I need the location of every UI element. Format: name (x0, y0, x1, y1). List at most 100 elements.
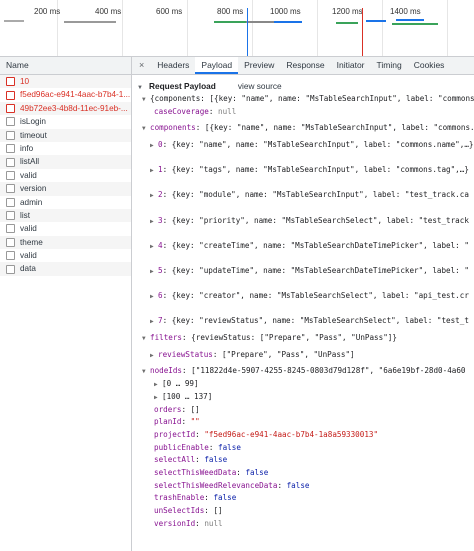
component-item-row[interactable]: ▶ 6: {key: "creator", name: "MsTableSearc… (132, 290, 474, 303)
property-key: planId (154, 417, 182, 427)
request-row[interactable]: version (0, 182, 131, 196)
tab-preview[interactable]: Preview (238, 57, 280, 74)
components-list: ▶ 0: {key: "name", name: "MsTableSearchIn… (132, 139, 474, 328)
property-key: nodeIds (150, 366, 183, 376)
component-item-row[interactable]: ▶ 2: {key: "module", name: "MsTableSearch… (132, 189, 474, 202)
payload-components-row[interactable]: ▼ components: [{key: "name", name: "MsTab… (132, 122, 474, 135)
request-type-icon (6, 197, 15, 207)
expand-triangle-icon[interactable]: ▶ (150, 140, 158, 152)
request-type-icon (6, 144, 15, 154)
payload-property-row[interactable]: unSelectIds: [] (132, 505, 474, 518)
request-row[interactable]: 49b72ee3-4b8d-11ec-91eb-... (0, 101, 131, 116)
request-name: listAll (20, 157, 40, 167)
request-name: valid (20, 251, 37, 261)
array-range: [0 … 99] (162, 379, 199, 389)
request-row[interactable]: theme (0, 235, 131, 250)
expand-triangle-icon[interactable]: ▶ (150, 266, 158, 278)
property-value: false (218, 442, 241, 452)
component-item-row[interactable]: ▶ 3: {key: "priority", name: "MsTableSear… (132, 215, 474, 228)
expand-triangle-icon[interactable]: ▶ (154, 379, 162, 391)
request-row[interactable]: info (0, 142, 131, 155)
request-row[interactable]: valid (0, 222, 131, 235)
request-type-icon (6, 211, 15, 221)
request-row[interactable]: isLogin (0, 115, 131, 128)
request-name: 10 (20, 77, 30, 86)
tab-response[interactable]: Response (280, 57, 330, 74)
component-item-row[interactable]: ▶ 5: {key: "updateTime", name: "MsTableSe… (132, 265, 474, 278)
expand-triangle-icon[interactable]: ▶ (150, 291, 158, 303)
request-row[interactable]: valid (0, 249, 131, 262)
property-key: orders (154, 404, 182, 414)
timeline-request-bar (246, 21, 274, 23)
property-key: versionId (154, 518, 196, 528)
timeline-gridline (187, 0, 188, 56)
expand-triangle-icon[interactable]: ▶ (154, 392, 162, 404)
tab-timing[interactable]: Timing (371, 57, 408, 74)
component-item-row[interactable]: ▶ 4: {key: "createTime", name: "MsTableSe… (132, 240, 474, 253)
expand-triangle-icon[interactable]: ▶ (150, 190, 158, 202)
expand-triangle-icon[interactable]: ▶ (150, 241, 158, 253)
tab-initiator[interactable]: Initiator (331, 57, 371, 74)
details-tab-bar: × Headers Payload Preview Response Initi… (132, 57, 474, 75)
array-range-row[interactable]: ▶ [0 … 99] (132, 378, 474, 391)
request-row[interactable]: data (0, 262, 131, 276)
expand-triangle-icon[interactable]: ▶ (150, 165, 158, 177)
request-name: theme (20, 237, 43, 247)
name-column-header[interactable]: Name (0, 57, 131, 75)
view-source-link[interactable]: view source (238, 81, 282, 91)
expand-triangle-icon[interactable]: ▼ (142, 333, 150, 345)
request-row[interactable]: 10 (0, 75, 131, 89)
array-index: 4 (158, 240, 163, 250)
expand-triangle-icon[interactable]: ▼ (142, 123, 150, 135)
component-item-row[interactable]: ▶ 0: {key: "name", name: "MsTableSearchIn… (132, 139, 474, 152)
payload-filters-row[interactable]: ▼ filters: {reviewStatus: ["Prepare", "Pa… (132, 332, 474, 345)
property-value: [] (213, 506, 223, 515)
component-summary: {key: "creator", name: "MsTableSearchSel… (171, 291, 469, 301)
request-row[interactable]: f5ed96ac-e941-4aac-b7b4-1... (0, 88, 131, 101)
expand-triangle-icon[interactable]: ▶ (150, 316, 158, 328)
component-item-row[interactable]: ▶ 7: {key: "reviewStatus", name: "MsTable… (132, 315, 474, 328)
tab-headers[interactable]: Headers (151, 57, 195, 74)
array-range-row[interactable]: ▶ [100 … 137] (132, 391, 474, 404)
property-value: "" (190, 417, 200, 427)
property-key: selectThisWeedData (154, 467, 237, 477)
tab-payload[interactable]: Payload (195, 57, 239, 74)
payload-root-row[interactable]: ▼ {components: [{key: "name", name: "MsTa… (132, 93, 474, 106)
request-payload-header[interactable]: ▼ Request Payload view source (132, 79, 474, 93)
property-value: {reviewStatus: ["Prepare", "Pass", "UnPa… (191, 333, 397, 343)
request-type-icon (6, 157, 15, 167)
request-name: list (20, 210, 31, 220)
component-item-row[interactable]: ▶ 1: {key: "tags", name: "MsTableSearchIn… (132, 164, 474, 177)
timeline-request-bar (4, 20, 24, 22)
timeline-request-bar (366, 20, 386, 22)
property-key: publicEnable (154, 442, 209, 452)
request-name: info (20, 143, 34, 153)
request-row[interactable]: admin (0, 196, 131, 209)
property-value: [{key: "name", name: "MsTableSearchInput… (204, 123, 474, 133)
payload-root-summary: {components: [{key: "name", name: "MsTab… (150, 94, 474, 103)
request-row[interactable]: valid (0, 169, 131, 182)
expand-triangle-icon[interactable]: ▼ (142, 366, 150, 378)
payload-reviewstatus-row[interactable]: ▶ reviewStatus: ["Prepare", "Pass", "UnPa… (132, 349, 474, 362)
close-details-icon[interactable]: × (132, 57, 151, 74)
timeline-request-bar (214, 21, 246, 23)
property-key: components (150, 123, 196, 133)
timeline-tick-label: 200 ms (34, 7, 61, 16)
payload-property-row: selectThisWeedData: false (154, 467, 269, 477)
expand-triangle-icon[interactable]: ▼ (142, 94, 150, 106)
tab-cookies[interactable]: Cookies (408, 57, 451, 74)
request-type-icon (6, 77, 15, 87)
property-value: ["11822d4e-5907-4255-8245-0803d79d128f",… (191, 366, 466, 376)
payload-property-row[interactable]: orders: [] (132, 404, 474, 417)
request-name: admin (20, 197, 43, 207)
request-row[interactable]: listAll (0, 155, 131, 169)
expand-triangle-icon[interactable]: ▶ (150, 350, 158, 362)
request-row[interactable]: timeout (0, 128, 131, 142)
expand-triangle-icon[interactable]: ▶ (150, 216, 158, 228)
request-name: valid (20, 170, 37, 180)
timeline-request-bar (392, 23, 438, 25)
request-details-panel: × Headers Payload Preview Response Initi… (132, 57, 474, 551)
network-timeline-overview[interactable]: 200 ms 400 ms 600 ms 800 ms 1000 ms 1200… (0, 0, 474, 57)
request-row[interactable]: list (0, 208, 131, 223)
payload-nodeids-row[interactable]: ▼ nodeIds: ["11822d4e-5907-4255-8245-0803… (132, 365, 474, 378)
